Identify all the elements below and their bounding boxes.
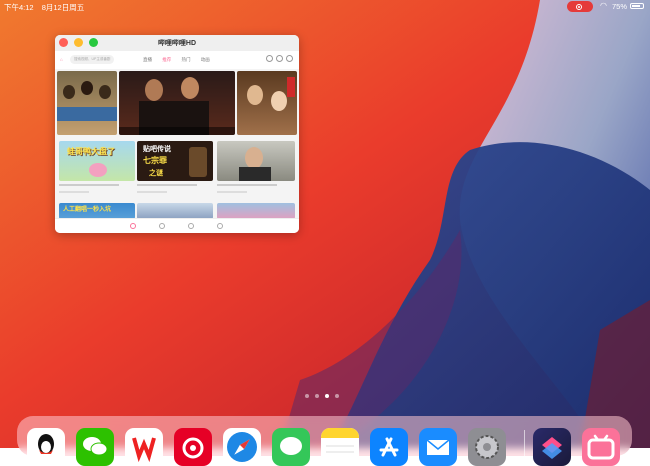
category-tabs: 直播 推荐 热门 动画 [143,57,219,63]
video-card-2-thumbnail[interactable]: 贴吧传说 七宗罪 之谜 [137,141,213,181]
messages-app-icon[interactable] [272,428,310,466]
video-card-3-caption [217,183,295,189]
shortcuts-app-icon[interactable] [533,428,571,466]
page-indicator[interactable] [305,394,349,400]
home-tab-icon[interactable] [130,223,136,229]
tab-recommend[interactable]: 推荐 [162,57,171,62]
toolbar-actions [263,55,293,63]
status-bar: 下午4:12 8月12日周五 ◠ 75% [0,0,650,13]
notes-app-icon[interactable] [321,428,359,466]
message-icon[interactable] [286,55,293,62]
profile-tab-icon[interactable] [217,223,223,229]
tab-live[interactable]: 直播 [143,57,152,62]
wechat-app-icon[interactable] [76,428,114,466]
window-title: 哔哩哔哩HD [157,40,197,47]
safari-app-icon[interactable] [223,428,261,466]
video-card-4-thumbnail[interactable]: 人工翻唱一秒入坑 [59,203,135,219]
video-card-3-thumbnail[interactable] [217,141,295,181]
video-card-2-meta [137,190,167,194]
app-tab-bar [55,218,299,233]
video-card-2-footer: 之谜 [149,170,163,177]
banner-thumbnail-2[interactable] [119,71,235,135]
app-toolbar: ⌂ 搜索视频、UP主或番剧 直播 推荐 热门 动画 [55,51,299,70]
video-card-2-subtitle: 七宗罪 [143,156,167,165]
banner-thumbnail-1[interactable] [57,71,117,135]
window-titlebar[interactable]: 哔哩哔哩HD [55,35,299,51]
video-card-1-title: 蛙哥鸭大盘了 [67,147,115,156]
video-card-5-thumbnail[interactable] [137,203,213,219]
video-card-1-caption [59,183,135,189]
dock-separator [524,430,525,456]
record-icon [576,3,582,10]
video-card-6-thumbnail[interactable] [217,203,295,219]
shop-tab-icon[interactable] [188,223,194,229]
tab-anime[interactable]: 动画 [201,57,210,62]
wps-office-app-icon[interactable] [125,428,163,466]
video-card-1-thumbnail[interactable]: 蛙哥鸭大盘了 [59,141,135,181]
bilibili-app-icon[interactable] [582,428,620,466]
tab-popular[interactable]: 热门 [182,57,191,62]
screen-recording-indicator[interactable] [567,1,593,12]
video-card-2-title: 贴吧传说 [143,146,171,153]
bilibili-hd-window[interactable]: 哔哩哔哩HD ⌂ 搜索视频、UP主或番剧 直播 推荐 热门 动画 蛙哥鸭大盘了 … [55,35,299,233]
battery-icon [630,3,644,9]
app-store-icon[interactable] [370,428,408,466]
video-card-2-caption [137,183,213,189]
video-card-1-meta [59,190,89,194]
video-card-4-banner: 人工翻唱一秒入坑 [63,207,112,213]
game-icon[interactable] [266,55,273,62]
qq-app-icon[interactable] [27,428,65,466]
video-card-3-meta [217,190,247,194]
home-icon[interactable]: ⌂ [60,57,63,62]
status-time: 下午4:12 [4,3,34,12]
dock [17,416,632,466]
netease-music-app-icon[interactable] [174,428,212,466]
settings-app-icon[interactable] [468,428,506,466]
mail-app-icon[interactable] [419,428,457,466]
banner-thumbnail-3[interactable] [237,71,297,135]
wifi-icon: ◠ [600,1,607,10]
battery-percentage: 75% [612,2,628,11]
dynamic-tab-icon[interactable] [159,223,165,229]
video-feed[interactable]: 蛙哥鸭大盘了 贴吧传说 七宗罪 之谜 人工翻唱一秒入坑 [55,69,299,219]
download-icon[interactable] [276,55,283,62]
search-input[interactable]: 搜索视频、UP主或番剧 [70,55,114,64]
status-date: 8月12日周五 [41,3,85,12]
